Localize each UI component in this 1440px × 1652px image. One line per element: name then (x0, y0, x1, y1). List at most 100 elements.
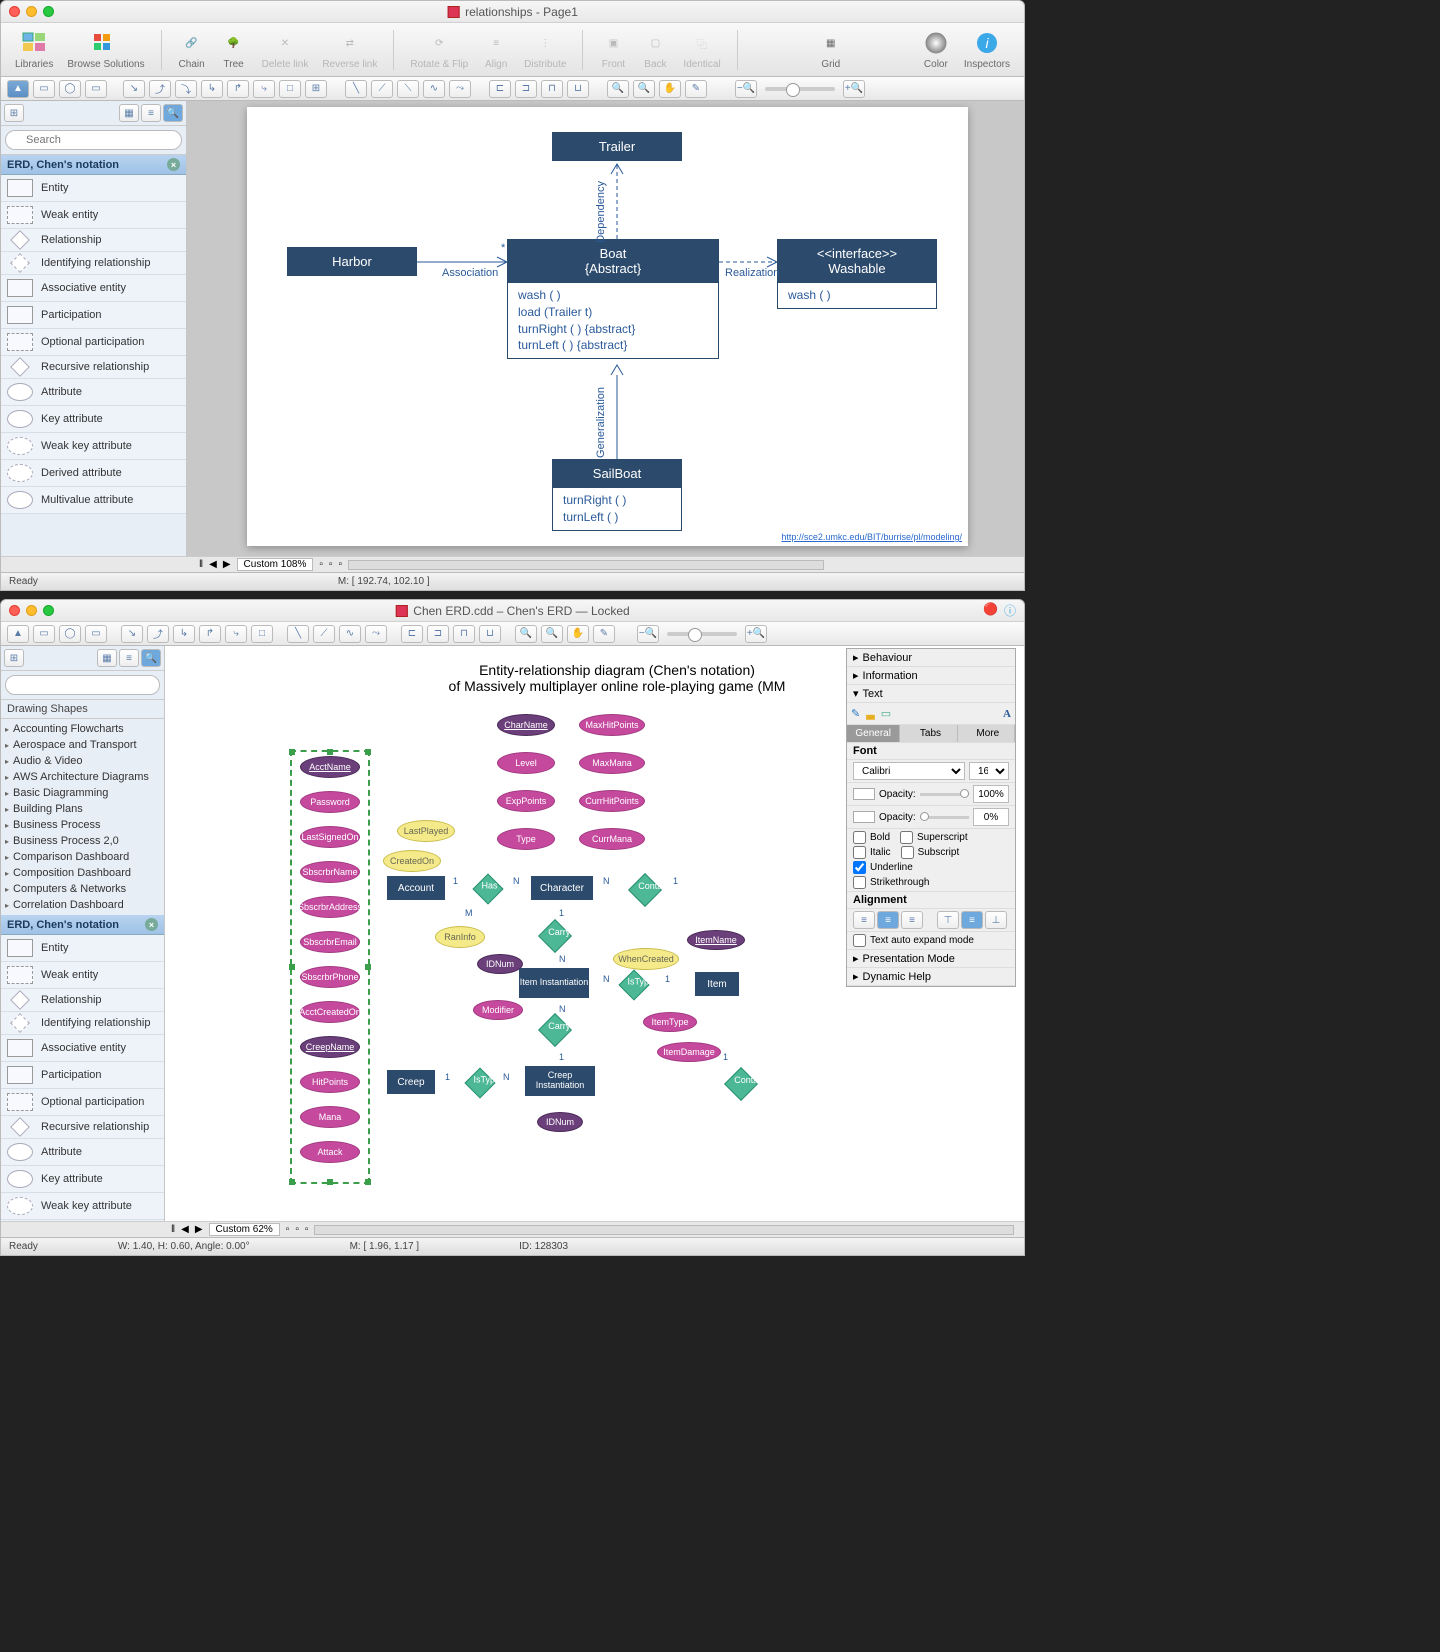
nav2-p1[interactable]: ▫ (286, 1224, 290, 1235)
chk-bold[interactable]: Bold (853, 831, 890, 844)
tab-general[interactable]: General (847, 725, 900, 742)
zoom-out[interactable]: 🔍 (541, 625, 563, 643)
tool-route2[interactable]: ⊐ (515, 80, 537, 98)
insp-behaviour[interactable]: ▸ Behaviour (847, 649, 1015, 667)
shape-item[interactable]: Optional participation (1, 1089, 164, 1116)
nav-prev[interactable]: ◀ (209, 559, 217, 570)
entity-creep[interactable]: Creep (387, 1070, 435, 1094)
attr-oval[interactable]: MaxHitPoints (579, 714, 645, 736)
tool-route4[interactable]: ⊔ (567, 80, 589, 98)
attr-oval[interactable]: CurrHitPoints (579, 790, 645, 812)
section-close[interactable]: × (145, 918, 158, 931)
shape-item[interactable]: Derived attribute (1, 460, 186, 487)
tab-more[interactable]: More (962, 725, 1015, 742)
swatch2-icon[interactable] (853, 811, 875, 823)
attr-oval[interactable]: SbscrbrName (300, 861, 360, 883)
opacity1-input[interactable] (973, 785, 1009, 803)
valign-top[interactable]: ⊤ (937, 911, 959, 929)
shape-item[interactable]: Weak entity (1, 202, 186, 229)
shape-item[interactable]: Associative entity (1, 275, 186, 302)
minimize-icon[interactable] (26, 605, 37, 616)
close-icon[interactable] (9, 605, 20, 616)
uml-sailboat[interactable]: SailBoat turnRight ( ) turnLeft ( ) (552, 459, 682, 531)
zoom-plus[interactable]: +🔍 (745, 625, 767, 643)
attr-oval[interactable]: Password (300, 791, 360, 813)
opacity2-input[interactable] (973, 808, 1009, 826)
shape-item[interactable]: Weak key attribute (1, 433, 186, 460)
font-a-icon[interactable]: A (1003, 708, 1011, 720)
category-item[interactable]: AWS Architecture Diagrams (1, 769, 164, 785)
rel-contains2[interactable]: Contains (724, 1067, 758, 1101)
shape-item[interactable]: Entity (1, 175, 186, 202)
side-grid-icon[interactable]: ▦ (119, 104, 139, 122)
category-item[interactable]: Building Plans (1, 801, 164, 817)
titlebar[interactable]: relationships - Page1 (1, 1, 1024, 23)
rel-carrying2[interactable]: Carrying (538, 1013, 572, 1047)
chk-strike[interactable]: Strikethrough (853, 876, 1009, 889)
tool-rect[interactable]: ▭ (33, 625, 55, 643)
uml-washable[interactable]: <<interface>> Washable wash ( ) (777, 239, 937, 309)
tool-conn1[interactable]: ↘ (123, 80, 145, 98)
shape-item[interactable]: Participation (1, 1062, 164, 1089)
attr-oval[interactable]: AcctCreatedOn (300, 1001, 360, 1023)
attr-oval[interactable]: Attack (300, 1141, 360, 1163)
tb-tree[interactable]: 🌳Tree (216, 29, 252, 70)
tool-l4[interactable]: ⤳ (365, 625, 387, 643)
nav-p1[interactable]: ▫ (319, 559, 323, 570)
insp-help[interactable]: ▸ Dynamic Help (847, 968, 1015, 986)
tool-c3[interactable]: ↳ (173, 625, 195, 643)
valign-bot[interactable]: ⊥ (985, 911, 1007, 929)
tb-libraries[interactable]: Libraries (11, 29, 57, 70)
zoom-minus[interactable]: −🔍 (735, 80, 757, 98)
tool-rect[interactable]: ▭ (33, 80, 55, 98)
source-link[interactable]: http://sce2.umkc.edu/BIT/burrise/pl/mode… (781, 532, 962, 542)
tool-route3[interactable]: ⊓ (541, 80, 563, 98)
shape-item[interactable]: Attribute (1, 379, 186, 406)
side-search-icon[interactable]: 🔍 (163, 104, 183, 122)
shape-item[interactable]: Identifying relationship (1, 1012, 164, 1035)
align-left[interactable]: ≡ (853, 911, 875, 929)
selected-attributes-column[interactable]: AcctNamePasswordLastSignedOnSbscrbrNameS… (292, 752, 368, 1182)
attr-lastplayed[interactable]: LastPlayed (397, 820, 455, 842)
minimize-icon[interactable] (26, 6, 37, 17)
attr-oval[interactable]: LastSignedOn (300, 826, 360, 848)
attr-oval[interactable]: Type (497, 828, 555, 850)
tool-r4[interactable]: ⊔ (479, 625, 501, 643)
tool-line4[interactable]: ∿ (423, 80, 445, 98)
attr-raninfo[interactable]: RanInfo (435, 926, 485, 948)
tool-line5[interactable]: ⤳ (449, 80, 471, 98)
uml-harbor[interactable]: Harbor (287, 247, 417, 276)
zoom-slider[interactable] (667, 632, 737, 636)
category-item[interactable]: Composition Dashboard (1, 865, 164, 881)
attr-itemname[interactable]: ItemName (687, 930, 745, 950)
tool-zoom-out[interactable]: 🔍 (633, 80, 655, 98)
shape-item[interactable]: Weak entity (1, 962, 164, 989)
category-item[interactable]: Comparison Dashboard (1, 849, 164, 865)
valign-mid[interactable]: ≡ (961, 911, 983, 929)
zoom-combo[interactable]: Custom 108% (237, 558, 314, 571)
tool-line2[interactable]: ⟋ (371, 80, 393, 98)
font-select[interactable]: Calibri (853, 762, 965, 780)
tool-r1[interactable]: ⊏ (401, 625, 423, 643)
attr-idnum1[interactable]: IDNum (477, 954, 523, 974)
shape-item[interactable]: Relationship (1, 989, 164, 1012)
attr-oval[interactable]: CreepName (300, 1036, 360, 1058)
attr-itemtype[interactable]: ItemType (643, 1012, 697, 1032)
shape-item[interactable]: Key attribute (1, 1166, 164, 1193)
nav-next[interactable]: ▶ (223, 559, 231, 570)
nav2-p3[interactable]: ▫ (305, 1224, 309, 1235)
tool-conn4[interactable]: ↳ (201, 80, 223, 98)
close-icon[interactable] (9, 6, 20, 17)
shape-item[interactable]: Associative entity (1, 1035, 164, 1062)
drawing-shapes-header[interactable]: Drawing Shapes (1, 700, 164, 719)
category-item[interactable]: Audio & Video (1, 753, 164, 769)
attr-oval[interactable]: CurrMana (579, 828, 645, 850)
tool-line1[interactable]: ╲ (345, 80, 367, 98)
tool-r2[interactable]: ⊐ (427, 625, 449, 643)
tool-c4[interactable]: ↱ (199, 625, 221, 643)
insp-information[interactable]: ▸ Information (847, 667, 1015, 685)
chk-italic[interactable]: Italic (853, 846, 891, 859)
nav-first[interactable]: ‖ (199, 559, 203, 570)
canvas-2[interactable]: Entity-relationship diagram (Chen's nota… (165, 646, 1024, 1221)
category-item[interactable]: Accounting Flowcharts (1, 721, 164, 737)
